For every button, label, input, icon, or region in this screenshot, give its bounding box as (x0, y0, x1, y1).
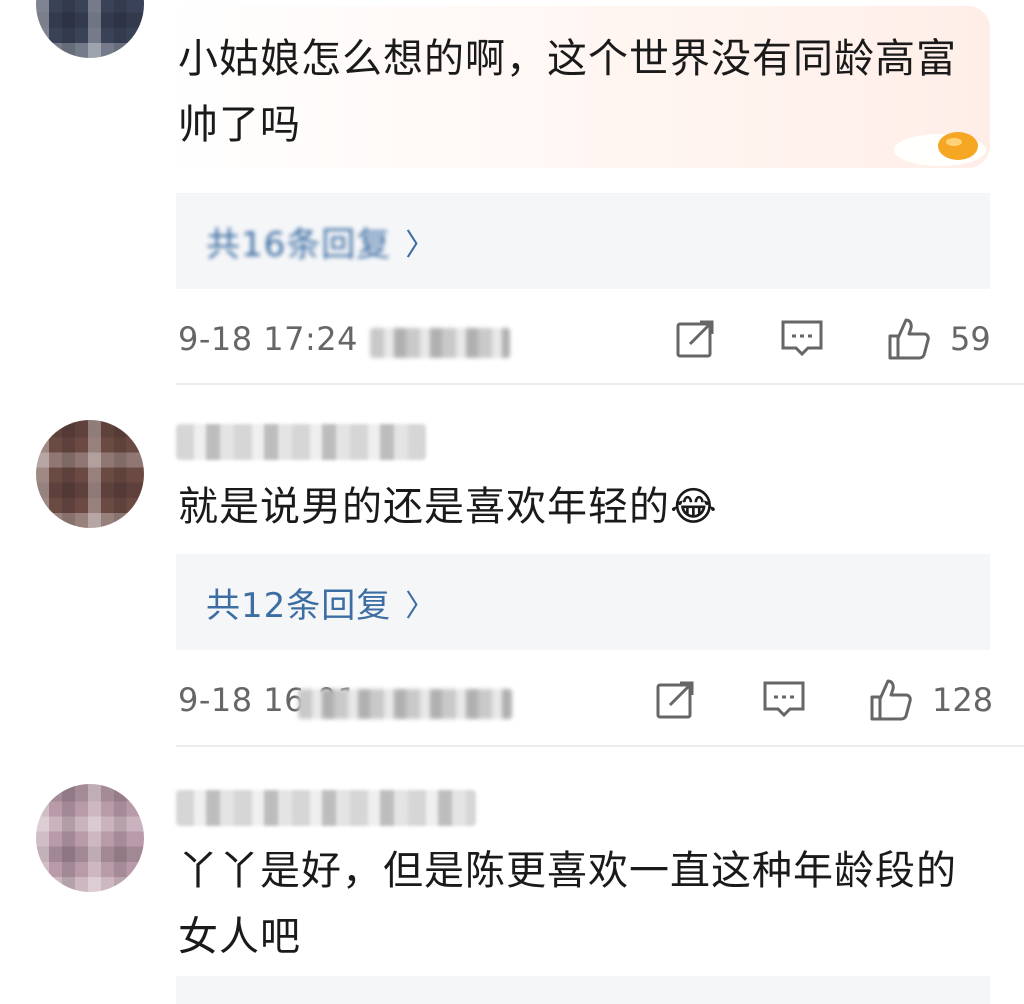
comment-icon[interactable] (762, 677, 806, 721)
comment-time: 9-18 17:24 (178, 320, 359, 358)
divider (176, 745, 1024, 747)
chevron-right-icon: 〉 (405, 588, 437, 624)
replies-count-label: 共16条回复 (206, 225, 392, 265)
comment-location (298, 689, 512, 719)
comment-text: 小姑娘怎么想的啊，这个世界没有同龄高富帅了吗 (178, 36, 957, 148)
divider (176, 383, 1024, 385)
avatar[interactable] (36, 420, 144, 528)
username[interactable] (176, 424, 426, 460)
share-icon[interactable] (654, 677, 698, 721)
comment-text: 丫丫是好，但是陈更喜欢一直这种年龄段的女人吧 (178, 848, 957, 960)
replies-box[interactable]: 共12条回复 〉 (176, 554, 990, 650)
like-count: 128 (932, 681, 994, 719)
view-replies-link[interactable]: 共16条回复 〉 (206, 217, 436, 266)
avatar[interactable] (36, 784, 144, 892)
comment-meta: 9-18 17:24 59 (178, 314, 991, 364)
replies-box[interactable] (176, 976, 990, 1004)
replies-count-label: 共12条回复 (206, 586, 392, 626)
replies-box[interactable]: 共16条回复 〉 (176, 193, 990, 289)
thumbs-up-icon[interactable] (868, 677, 912, 721)
comment-text-body: 就是说男的还是喜欢年轻的 (178, 484, 670, 530)
thumbs-up-icon[interactable] (886, 316, 930, 360)
comment-location (370, 328, 510, 358)
comment-meta: 9-18 16:01 128 (178, 675, 994, 725)
like-count: 59 (950, 320, 991, 358)
comment-text: 就是说男的还是喜欢年轻的😂 (178, 474, 978, 540)
laughing-tears-emoji-icon: 😂 (670, 484, 718, 530)
username[interactable] (176, 790, 476, 826)
comment-icon[interactable] (780, 316, 824, 360)
avatar[interactable] (36, 0, 144, 58)
view-replies-link[interactable]: 共12条回复 〉 (206, 578, 436, 627)
share-icon[interactable] (674, 316, 718, 360)
chevron-right-icon: 〉 (405, 227, 437, 263)
